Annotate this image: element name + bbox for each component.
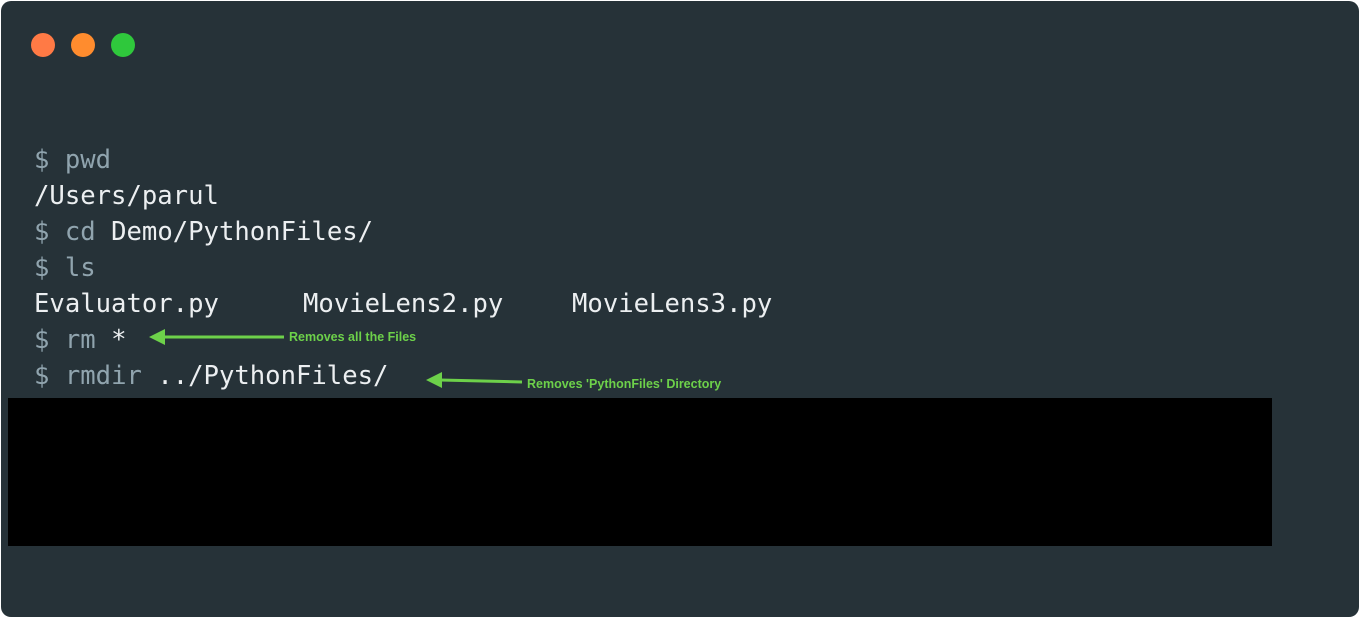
command-text: pwd	[64, 145, 112, 175]
close-button[interactable]	[31, 33, 55, 57]
command-text: cd	[64, 217, 96, 247]
prompt-symbol: $	[34, 361, 50, 391]
terminal-line-cd: $ cd Demo/PythonFiles/	[34, 214, 373, 250]
annotation-text: Removes all the Files	[289, 330, 417, 344]
terminal-line-file-list: Evaluator.py MovieLens2.py MovieLens3.py	[34, 286, 834, 322]
command-argument: ../PythonFiles/	[157, 361, 389, 391]
terminal-line-rm: $ rm *	[34, 322, 127, 358]
command-argument: Demo/PythonFiles/	[111, 217, 374, 247]
command-text: rm	[64, 325, 96, 355]
prompt-symbol: $	[34, 217, 50, 247]
prompt-symbol: $	[34, 253, 50, 283]
minimize-button[interactable]	[71, 33, 95, 57]
terminal-line-rmdir: $ rmdir ../PythonFiles/	[34, 358, 388, 394]
terminal-window: $ pwd /Users/parul $ cd Demo/PythonFiles…	[1, 1, 1359, 617]
terminal-line-pwd: $ pwd	[34, 142, 111, 178]
maximize-button[interactable]	[111, 33, 135, 57]
annotation-text: Removes 'PythonFiles' Directory	[527, 377, 722, 391]
file-entry: MovieLens2.py	[303, 289, 504, 319]
command-argument: *	[111, 325, 127, 355]
redacted-area	[8, 398, 1272, 546]
file-entry: Evaluator.py	[34, 289, 219, 319]
prompt-symbol: $	[34, 145, 50, 175]
command-text: rmdir	[64, 361, 142, 391]
terminal-line-ls: $ ls	[34, 250, 96, 286]
arrow-left-icon	[426, 372, 523, 388]
prompt-symbol: $	[34, 325, 50, 355]
arrow-left-icon	[149, 329, 284, 345]
terminal-line-output: /Users/parul	[34, 181, 219, 211]
file-entry: MovieLens3.py	[572, 289, 773, 319]
command-text: ls	[64, 253, 96, 283]
